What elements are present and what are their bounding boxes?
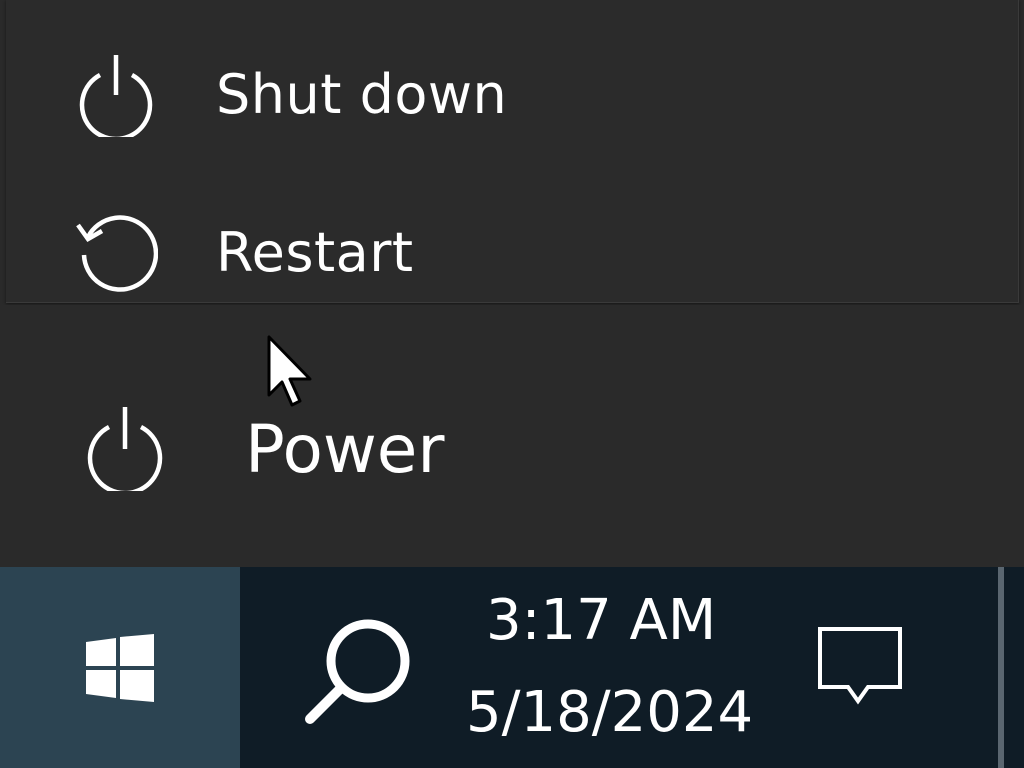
power-icon [87,407,163,491]
restart-icon [76,215,158,292]
clock-date: 5/18/2024 [470,680,754,745]
screen: Shut down Restart Power 3:17 AM 5/18/202… [0,0,1024,768]
clock-time: 3:17 AM [486,588,717,653]
power-icon [79,55,153,137]
action-center-icon [818,627,902,705]
show-desktop-button[interactable] [998,567,1004,768]
search-button[interactable] [280,567,440,768]
search-icon [305,619,410,724]
power-options-menu: Shut down Restart [6,0,1019,303]
taskbar: 3:17 AM 5/18/2024 [0,567,1024,768]
power-label: Power [245,411,445,488]
shut-down-label: Shut down [216,63,508,126]
start-menu-power-button[interactable]: Power [0,305,1024,567]
mouse-cursor-icon [267,335,312,407]
start-button[interactable] [0,567,240,768]
windows-logo-icon [86,634,154,702]
action-center-button[interactable] [800,567,920,768]
taskbar-clock[interactable]: 3:17 AM 5/18/2024 [470,567,770,768]
restart-label: Restart [216,221,414,284]
shut-down-menu-item[interactable]: Shut down [6,20,1018,170]
